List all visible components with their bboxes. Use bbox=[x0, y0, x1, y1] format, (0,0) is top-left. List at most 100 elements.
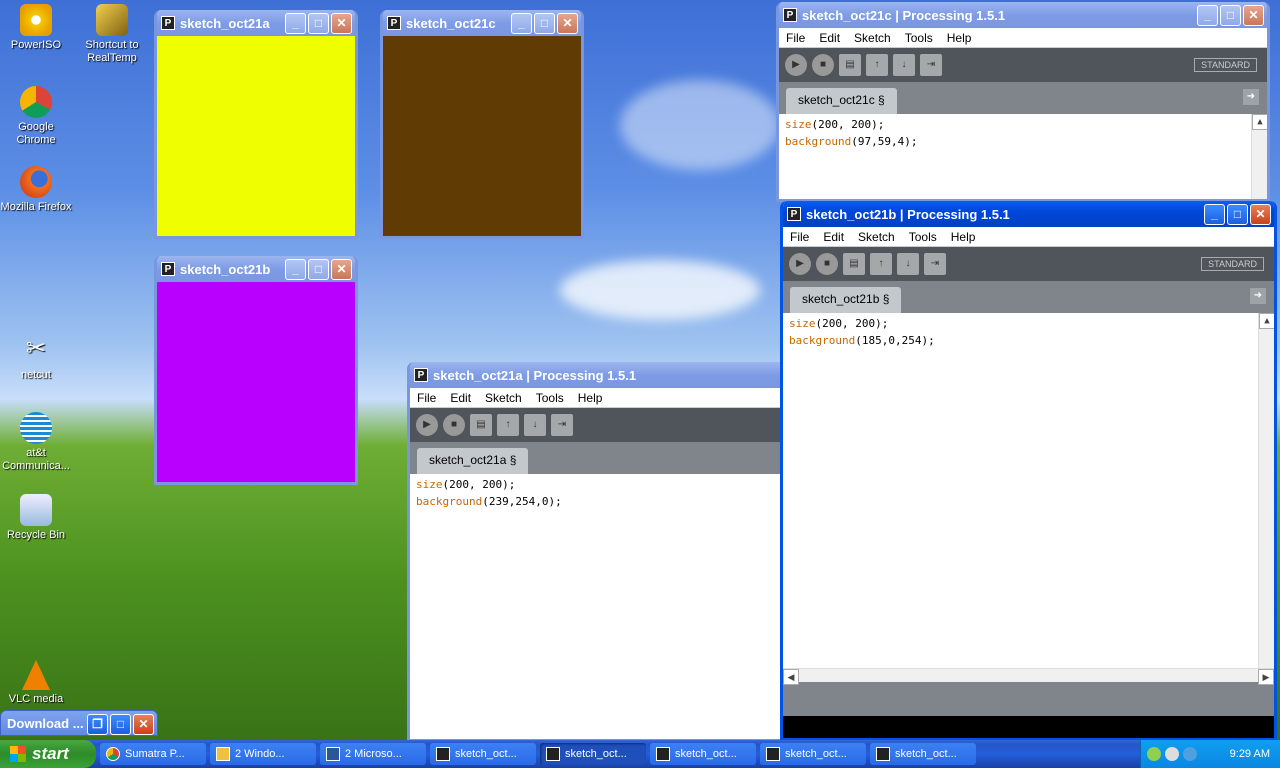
menu-edit[interactable]: Edit bbox=[443, 391, 478, 405]
scroll-up-icon[interactable]: ▲ bbox=[1259, 313, 1274, 329]
title-bar[interactable]: Psketch_oct21c _ □ ✕ bbox=[383, 10, 581, 36]
vertical-scrollbar[interactable]: ▲ bbox=[1258, 313, 1274, 668]
ide-window-a[interactable]: Psketch_oct21a | Processing 1.5.1 File Ed… bbox=[407, 362, 787, 742]
open-button[interactable]: ↑ bbox=[497, 414, 519, 436]
desktop-icon-poweriso[interactable]: PowerISO bbox=[0, 4, 72, 52]
taskbar-item-sumatra[interactable]: Sumatra P... bbox=[100, 743, 206, 765]
menu-edit[interactable]: Edit bbox=[812, 31, 847, 45]
menu-help[interactable]: Help bbox=[944, 230, 983, 244]
new-button[interactable]: ▤ bbox=[843, 253, 865, 275]
restore-button[interactable]: ❐ bbox=[87, 714, 108, 735]
download-window[interactable]: Download ... ❐ □ ✕ bbox=[0, 710, 158, 736]
run-button[interactable]: ▶ bbox=[416, 414, 438, 436]
save-button[interactable]: ↓ bbox=[524, 414, 546, 436]
maximize-button[interactable]: □ bbox=[1227, 204, 1248, 225]
minimize-button[interactable]: _ bbox=[285, 259, 306, 280]
title-bar[interactable]: Psketch_oct21b _ □ ✕ bbox=[157, 256, 355, 282]
tab-sketch[interactable]: sketch_oct21a § bbox=[417, 448, 529, 474]
taskbar-item-sketch[interactable]: sketch_oct... bbox=[540, 743, 646, 765]
mode-selector[interactable]: STANDARD bbox=[1194, 58, 1257, 72]
stop-button[interactable]: ■ bbox=[812, 54, 834, 76]
close-button[interactable]: ✕ bbox=[557, 13, 578, 34]
code-editor[interactable]: size(200, 200); background(97,59,4); ▲ bbox=[779, 114, 1267, 199]
code-editor[interactable]: size(200, 200); background(185,0,254); ▲ bbox=[783, 313, 1274, 668]
horizontal-scrollbar[interactable]: ◀ ▶ bbox=[783, 668, 1274, 685]
desktop-icon-netcut[interactable]: ✂ netcut bbox=[0, 334, 72, 382]
title-bar[interactable]: Psketch_oct21a _ □ ✕ bbox=[157, 10, 355, 36]
desktop-icon-vlc[interactable]: VLC media bbox=[0, 660, 72, 706]
menu-edit[interactable]: Edit bbox=[816, 230, 851, 244]
ide-window-b[interactable]: Psketch_oct21b | Processing 1.5.1 _ □ ✕ Fi… bbox=[780, 201, 1277, 741]
minimize-button[interactable]: _ bbox=[1204, 204, 1225, 225]
menu-tools[interactable]: Tools bbox=[529, 391, 571, 405]
desktop-icon-recycle-bin[interactable]: Recycle Bin bbox=[0, 494, 72, 542]
menu-help[interactable]: Help bbox=[571, 391, 610, 405]
export-button[interactable]: ⇥ bbox=[920, 54, 942, 76]
maximize-button[interactable]: □ bbox=[110, 714, 131, 735]
minimize-button[interactable]: _ bbox=[285, 13, 306, 34]
desktop-icon-att[interactable]: at&t Communica... bbox=[0, 412, 72, 473]
close-button[interactable]: ✕ bbox=[1250, 204, 1271, 225]
volume-icon[interactable] bbox=[1165, 747, 1179, 761]
stop-button[interactable]: ■ bbox=[443, 414, 465, 436]
start-button[interactable]: start bbox=[0, 740, 96, 768]
maximize-button[interactable]: □ bbox=[308, 13, 329, 34]
open-button[interactable]: ↑ bbox=[866, 54, 888, 76]
code-editor[interactable]: size(200, 200); background(239,254,0); bbox=[410, 474, 784, 739]
taskbar-item-sketch[interactable]: sketch_oct... bbox=[430, 743, 536, 765]
network-icon[interactable] bbox=[1147, 747, 1161, 761]
maximize-button[interactable]: □ bbox=[534, 13, 555, 34]
security-icon[interactable] bbox=[1183, 747, 1197, 761]
clock[interactable]: 9:29 AM bbox=[1230, 748, 1270, 760]
menu-help[interactable]: Help bbox=[940, 31, 979, 45]
run-button[interactable]: ▶ bbox=[785, 54, 807, 76]
title-bar[interactable]: Psketch_oct21c | Processing 1.5.1 _ □ ✕ bbox=[779, 2, 1267, 28]
menu-tools[interactable]: Tools bbox=[898, 31, 940, 45]
close-button[interactable]: ✕ bbox=[1243, 5, 1264, 26]
scroll-right-icon[interactable]: ▶ bbox=[1258, 669, 1274, 685]
title-bar[interactable]: Psketch_oct21a | Processing 1.5.1 bbox=[410, 362, 784, 388]
new-button[interactable]: ▤ bbox=[839, 54, 861, 76]
tab-sketch[interactable]: sketch_oct21c § bbox=[786, 88, 897, 114]
tab-menu-arrow-icon[interactable]: ➜ bbox=[1243, 89, 1259, 105]
desktop-icon-chrome[interactable]: Google Chrome bbox=[0, 86, 72, 147]
export-button[interactable]: ⇥ bbox=[551, 414, 573, 436]
taskbar-item-windows[interactable]: 2 Windo... bbox=[210, 743, 316, 765]
desktop-icon-realtemp[interactable]: Shortcut to RealTemp bbox=[76, 4, 148, 65]
stop-button[interactable]: ■ bbox=[816, 253, 838, 275]
save-button[interactable]: ↓ bbox=[897, 253, 919, 275]
sketch-window-a[interactable]: Psketch_oct21a _ □ ✕ bbox=[154, 10, 358, 239]
taskbar-item-microsoft[interactable]: 2 Microso... bbox=[320, 743, 426, 765]
minimize-button[interactable]: _ bbox=[1197, 5, 1218, 26]
taskbar-item-sketch[interactable]: sketch_oct... bbox=[870, 743, 976, 765]
menu-file[interactable]: File bbox=[779, 31, 812, 45]
vertical-scrollbar[interactable]: ▲ bbox=[1251, 114, 1267, 199]
export-button[interactable]: ⇥ bbox=[924, 253, 946, 275]
mode-selector[interactable]: STANDARD bbox=[1201, 257, 1264, 271]
menu-sketch[interactable]: Sketch bbox=[851, 230, 902, 244]
menu-sketch[interactable]: Sketch bbox=[478, 391, 529, 405]
scroll-left-icon[interactable]: ◀ bbox=[783, 669, 799, 685]
menu-tools[interactable]: Tools bbox=[902, 230, 944, 244]
taskbar-item-sketch[interactable]: sketch_oct... bbox=[760, 743, 866, 765]
close-button[interactable]: ✕ bbox=[133, 714, 154, 735]
menu-file[interactable]: File bbox=[410, 391, 443, 405]
close-button[interactable]: ✕ bbox=[331, 259, 352, 280]
taskbar-item-sketch[interactable]: sketch_oct... bbox=[650, 743, 756, 765]
close-button[interactable]: ✕ bbox=[331, 13, 352, 34]
menu-sketch[interactable]: Sketch bbox=[847, 31, 898, 45]
maximize-button[interactable]: □ bbox=[1220, 5, 1241, 26]
desktop-icon-firefox[interactable]: Mozilla Firefox bbox=[0, 166, 72, 214]
menu-file[interactable]: File bbox=[783, 230, 816, 244]
minimize-button[interactable]: _ bbox=[511, 13, 532, 34]
sketch-window-c[interactable]: Psketch_oct21c _ □ ✕ bbox=[380, 10, 584, 239]
tab-sketch[interactable]: sketch_oct21b § bbox=[790, 287, 902, 313]
sketch-window-b[interactable]: Psketch_oct21b _ □ ✕ bbox=[154, 256, 358, 485]
tab-menu-arrow-icon[interactable]: ➜ bbox=[1250, 288, 1266, 304]
save-button[interactable]: ↓ bbox=[893, 54, 915, 76]
ide-window-c[interactable]: Psketch_oct21c | Processing 1.5.1 _ □ ✕ Fi… bbox=[776, 2, 1270, 202]
title-bar[interactable]: Psketch_oct21b | Processing 1.5.1 _ □ ✕ bbox=[783, 201, 1274, 227]
new-button[interactable]: ▤ bbox=[470, 414, 492, 436]
scroll-up-icon[interactable]: ▲ bbox=[1252, 114, 1267, 130]
open-button[interactable]: ↑ bbox=[870, 253, 892, 275]
